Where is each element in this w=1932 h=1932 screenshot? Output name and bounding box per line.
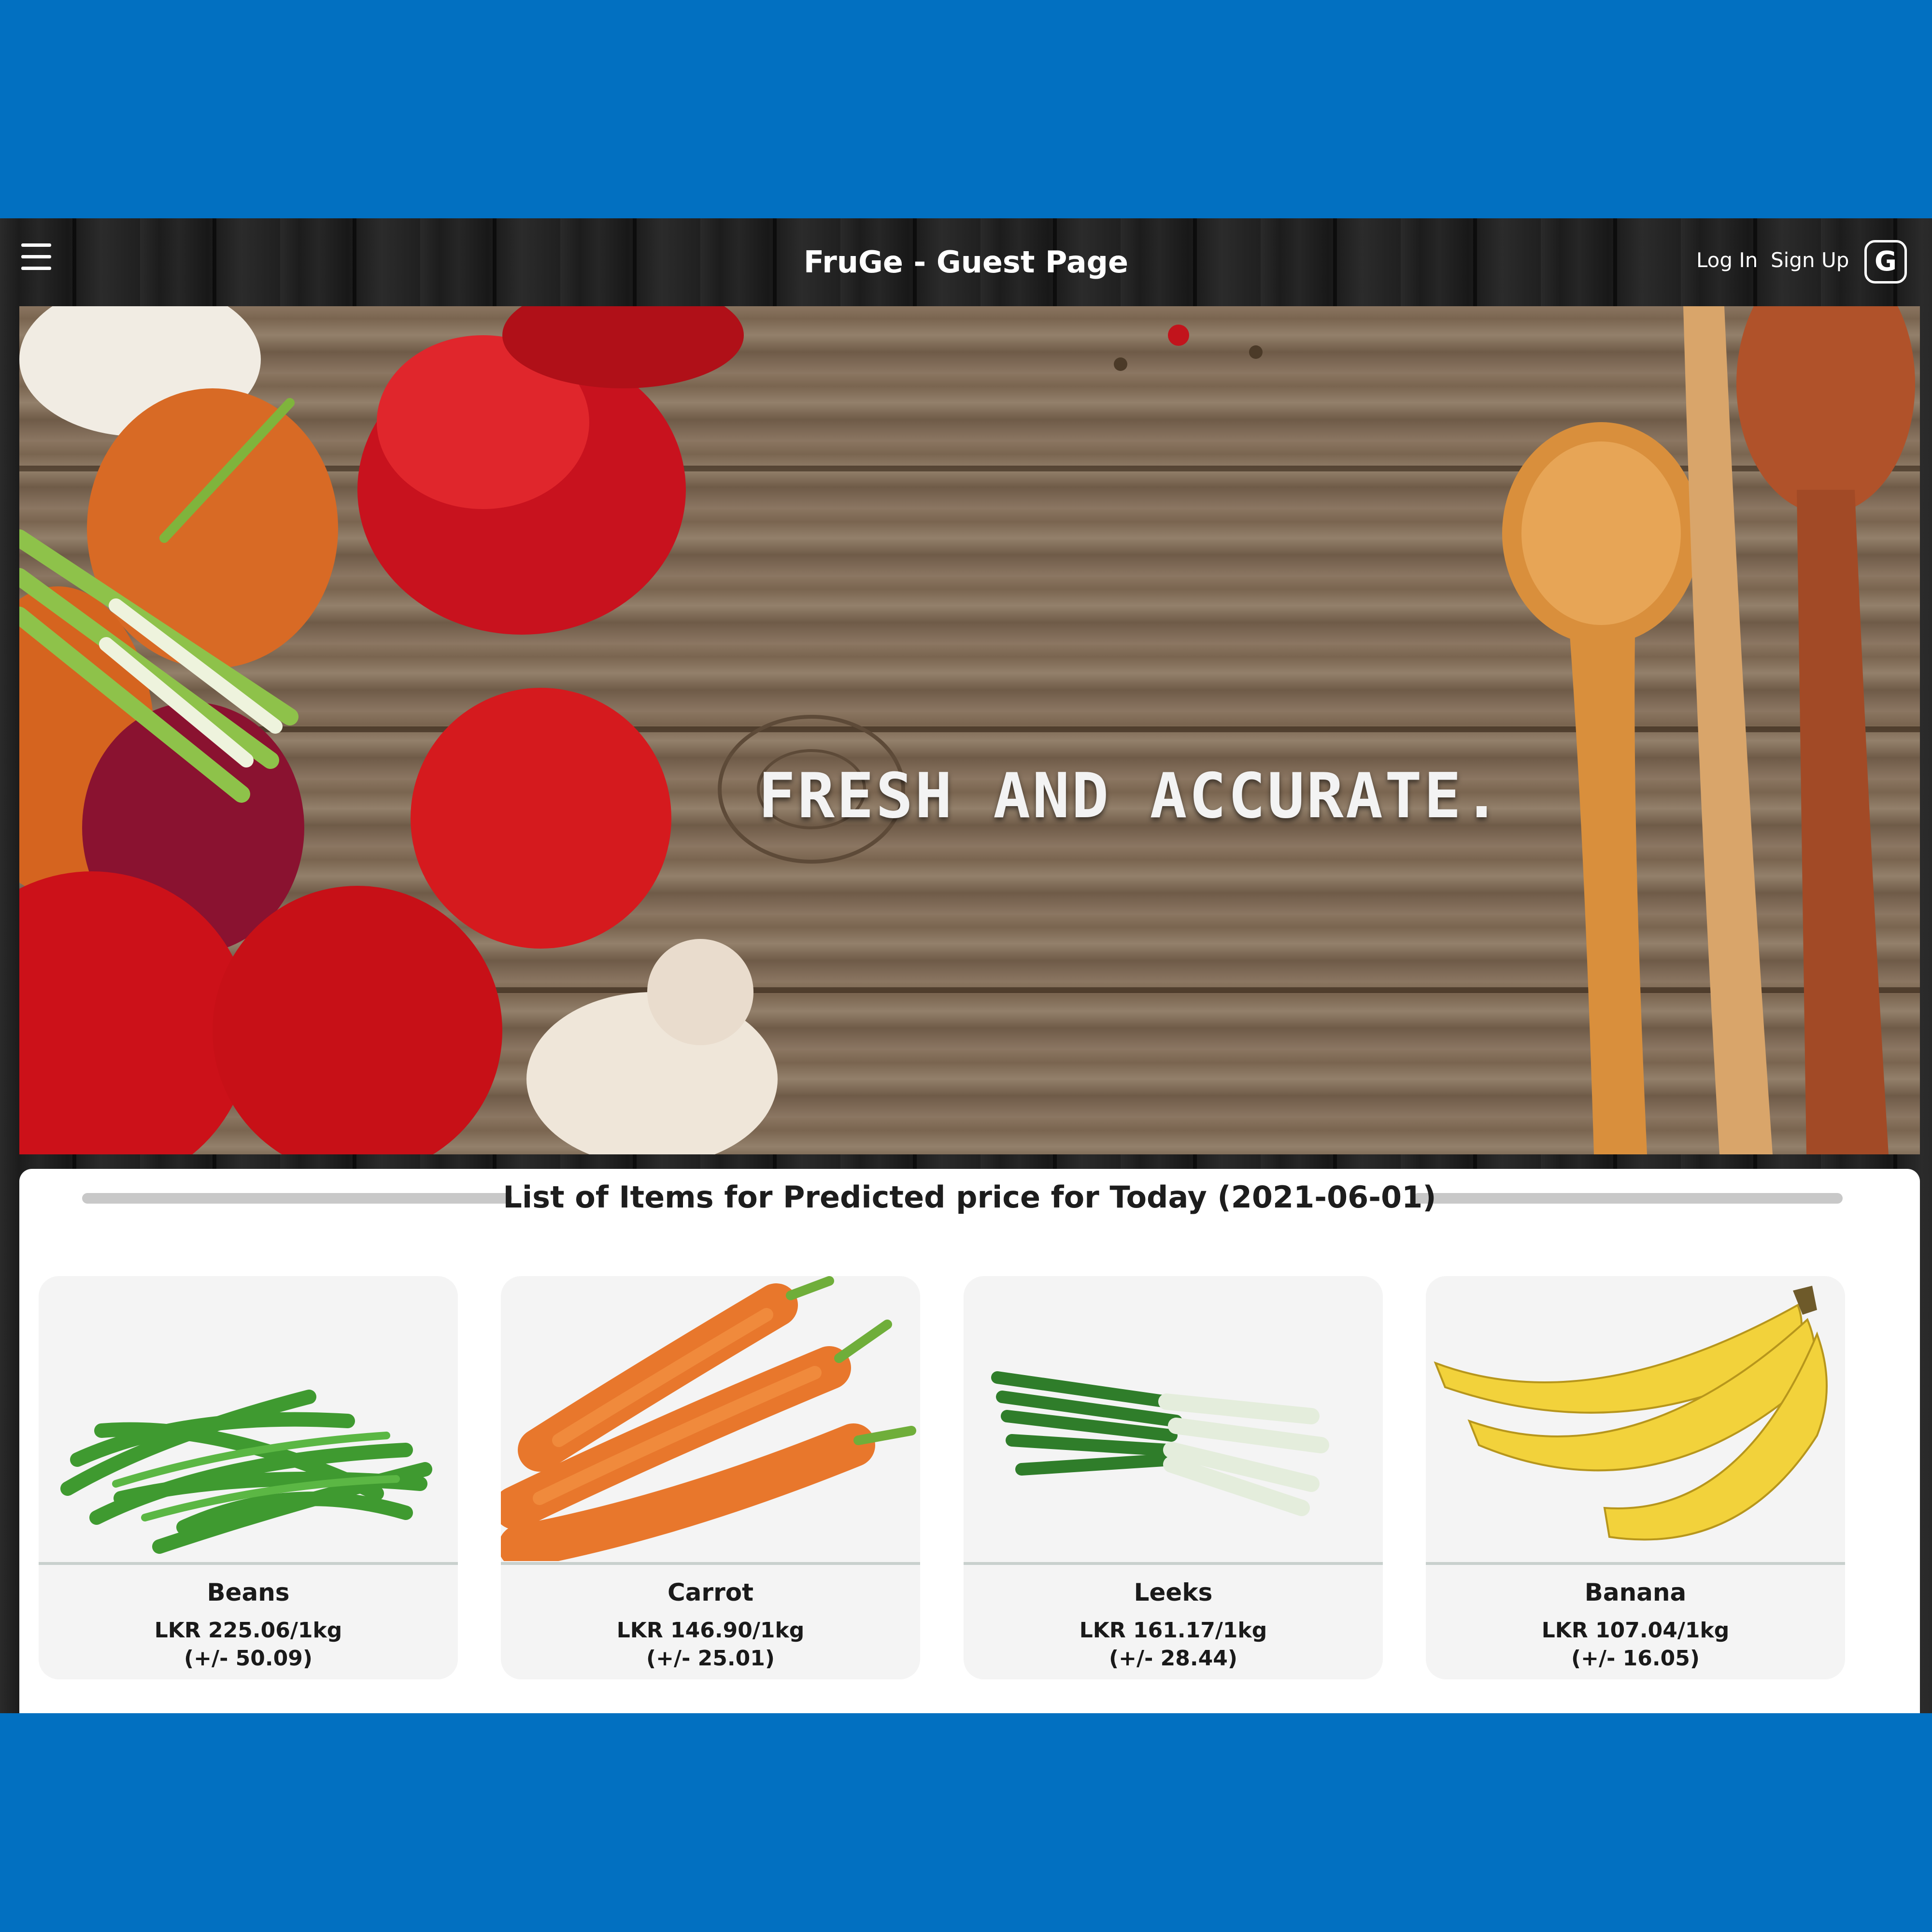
item-price: LKR 225.06/1kg — [154, 1618, 342, 1643]
item-price: LKR 107.04/1kg — [1541, 1618, 1730, 1643]
item-price: LKR 146.90/1kg — [616, 1618, 805, 1643]
item-name: Beans — [207, 1578, 290, 1606]
item-card-banana[interactable]: Banana LKR 107.04/1kg (+/- 16.05) — [1426, 1276, 1845, 1679]
login-link[interactable]: Log In — [1696, 248, 1758, 272]
top-navbar: FruGe - Guest Page Log In Sign Up G — [0, 218, 1932, 306]
item-name: Banana — [1584, 1578, 1687, 1606]
carrot-image — [501, 1276, 916, 1561]
vegetables-on-table-image — [19, 306, 1915, 1154]
item-price-range: (+/- 25.01) — [646, 1646, 775, 1671]
item-card-leeks[interactable]: Leeks LKR 161.17/1kg (+/- 28.44) — [964, 1276, 1383, 1679]
item-price-range: (+/- 16.05) — [1571, 1646, 1700, 1671]
app-window: FruGe - Guest Page Log In Sign Up G FRES… — [0, 218, 1932, 1713]
predicted-price-list: List of Items for Predicted price for To… — [19, 1169, 1920, 1713]
card-divider — [1426, 1562, 1845, 1565]
item-card-carrot[interactable]: Carrot LKR 146.90/1kg (+/- 25.01) — [501, 1276, 920, 1679]
hero-banner: FRESH AND ACCURATE. — [19, 306, 1920, 1154]
item-name: Leeks — [1134, 1578, 1213, 1606]
page-title: FruGe - Guest Page — [803, 244, 1129, 280]
banana-image — [1434, 1286, 1828, 1541]
item-price-range: (+/- 28.44) — [1109, 1646, 1237, 1671]
card-divider — [501, 1562, 920, 1565]
signup-link[interactable]: Sign Up — [1771, 248, 1849, 272]
list-heading: List of Items for Predicted price for To… — [503, 1179, 1436, 1215]
item-price-range: (+/- 50.09) — [184, 1646, 313, 1671]
card-divider — [39, 1562, 458, 1565]
hero-slogan: FRESH AND ACCURATE. — [758, 760, 1503, 832]
beans-image — [60, 1390, 432, 1554]
item-price: LKR 161.17/1kg — [1079, 1618, 1267, 1643]
leeks-image — [991, 1371, 1329, 1516]
card-divider — [964, 1562, 1383, 1565]
item-name: Carrot — [667, 1578, 753, 1606]
google-account-button[interactable]: G — [1864, 240, 1907, 284]
item-card-beans[interactable]: Beans LKR 225.06/1kg (+/- 50.09) — [39, 1276, 458, 1679]
